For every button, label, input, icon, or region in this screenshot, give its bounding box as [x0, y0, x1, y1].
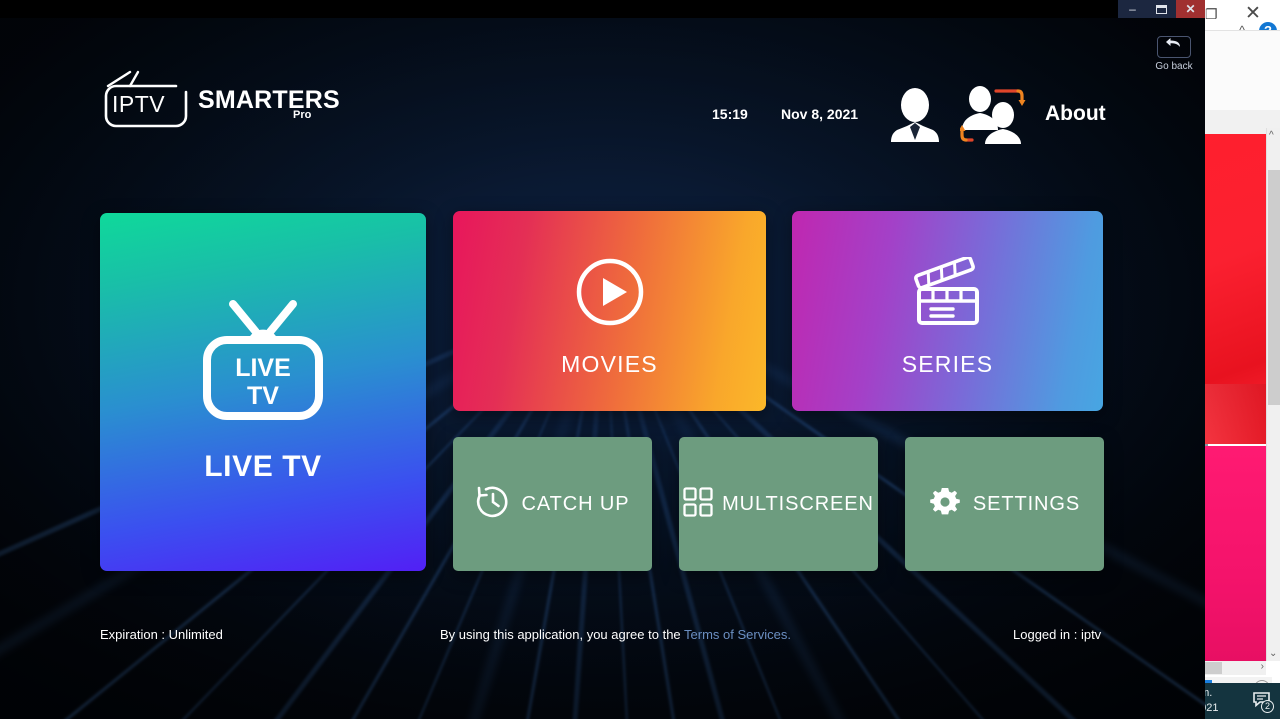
agreement-prefix: By using this application, you agree to … [440, 627, 685, 642]
close-icon[interactable]: ✕ [1245, 4, 1261, 24]
header-date: Nov 8, 2021 [781, 106, 859, 122]
card-multiscreen[interactable]: MULTISCREEN [679, 437, 878, 571]
about-link[interactable]: About [1045, 102, 1106, 126]
agreement-text: By using this application, you agree to … [440, 627, 791, 642]
notification-badge: 2 [1261, 700, 1274, 713]
svg-text:TV: TV [247, 382, 279, 410]
scroll-up-arrow-icon[interactable]: ^ [1269, 130, 1274, 141]
card-series[interactable]: SERIES [792, 211, 1103, 411]
terms-of-services-link[interactable]: Terms of Services. [684, 627, 791, 642]
card-live-tv-label: LIVE TV [204, 450, 322, 483]
logged-in-text: Logged in : iptv [1013, 627, 1102, 642]
switch-user-icon[interactable] [958, 86, 1026, 144]
card-movies-label: MOVIES [561, 351, 658, 377]
card-multiscreen-label: MULTISCREEN [722, 492, 874, 515]
card-movies[interactable]: MOVIES [453, 211, 766, 411]
clapperboard-icon [909, 255, 987, 334]
go-back-label: Go back [1155, 61, 1193, 72]
background-image-red [1200, 134, 1266, 444]
background-image-pink [1200, 446, 1266, 661]
logo-pro-text: Pro [293, 109, 312, 121]
iptv-smarters-window: – ✕ IPTV SMARTERS Pro 15:19 Nov 8, 2021 … [0, 0, 1205, 719]
scroll-right-arrow-icon[interactable]: › [1261, 661, 1264, 672]
clock-history-icon [476, 485, 510, 524]
back-arrow-icon [1166, 38, 1180, 47]
window-titlebar[interactable]: – ✕ [0, 0, 1205, 18]
app-logo: IPTV SMARTERS Pro [100, 70, 370, 132]
settings-gear-icon [930, 487, 960, 514]
notification-icon[interactable]: 2 [1252, 691, 1274, 713]
maximize-icon [1156, 5, 1167, 15]
close-button[interactable]: ✕ [1176, 0, 1205, 18]
person-icon [891, 88, 939, 142]
svg-text:LIVE: LIVE [235, 354, 291, 382]
user-account-icon[interactable] [889, 88, 941, 142]
header-time: 15:19 [712, 106, 748, 122]
maximize-button[interactable] [1147, 0, 1176, 18]
four-squares-icon [683, 486, 713, 517]
scroll-down-arrow-icon[interactable]: ⌄ [1269, 648, 1277, 659]
history-clock-icon [476, 486, 507, 517]
expiration-text: Expiration : Unlimited [100, 627, 223, 642]
horizontal-scrollbar[interactable]: › [1200, 661, 1266, 675]
vertical-scrollbar-thumb[interactable] [1268, 170, 1280, 405]
go-back-button[interactable] [1157, 36, 1191, 58]
play-button-icon [576, 258, 643, 326]
movie-clapper-icon [913, 255, 979, 325]
restore-window-icon[interactable]: ❐ [1205, 7, 1218, 21]
tv-with-antenna-icon: LIVE TV [203, 300, 323, 420]
play-circle-icon [575, 257, 645, 332]
grid-four-icon [683, 486, 713, 522]
card-settings[interactable]: SETTINGS [905, 437, 1104, 571]
logo-name-text: SMARTERS [198, 86, 340, 114]
card-settings-label: SETTINGS [972, 492, 1081, 515]
card-catch-up[interactable]: CATCH UP [453, 437, 652, 571]
screen: ❐ ✕ ^ ? ^ ⌄ › + . m. 2021 [0, 0, 1280, 719]
minimize-button[interactable]: – [1118, 0, 1147, 18]
card-live-tv[interactable]: LIVE TV LIVE TV [100, 213, 426, 571]
card-catch-up-label: CATCH UP [521, 492, 630, 515]
card-series-label: SERIES [901, 351, 994, 377]
vertical-scrollbar[interactable]: ^ ⌄ [1266, 128, 1280, 661]
television-icon: LIVE TV [193, 296, 333, 431]
logo-iptv-text: IPTV [112, 91, 166, 117]
gear-icon [929, 486, 961, 523]
switch-profiles-icon [958, 86, 1026, 144]
